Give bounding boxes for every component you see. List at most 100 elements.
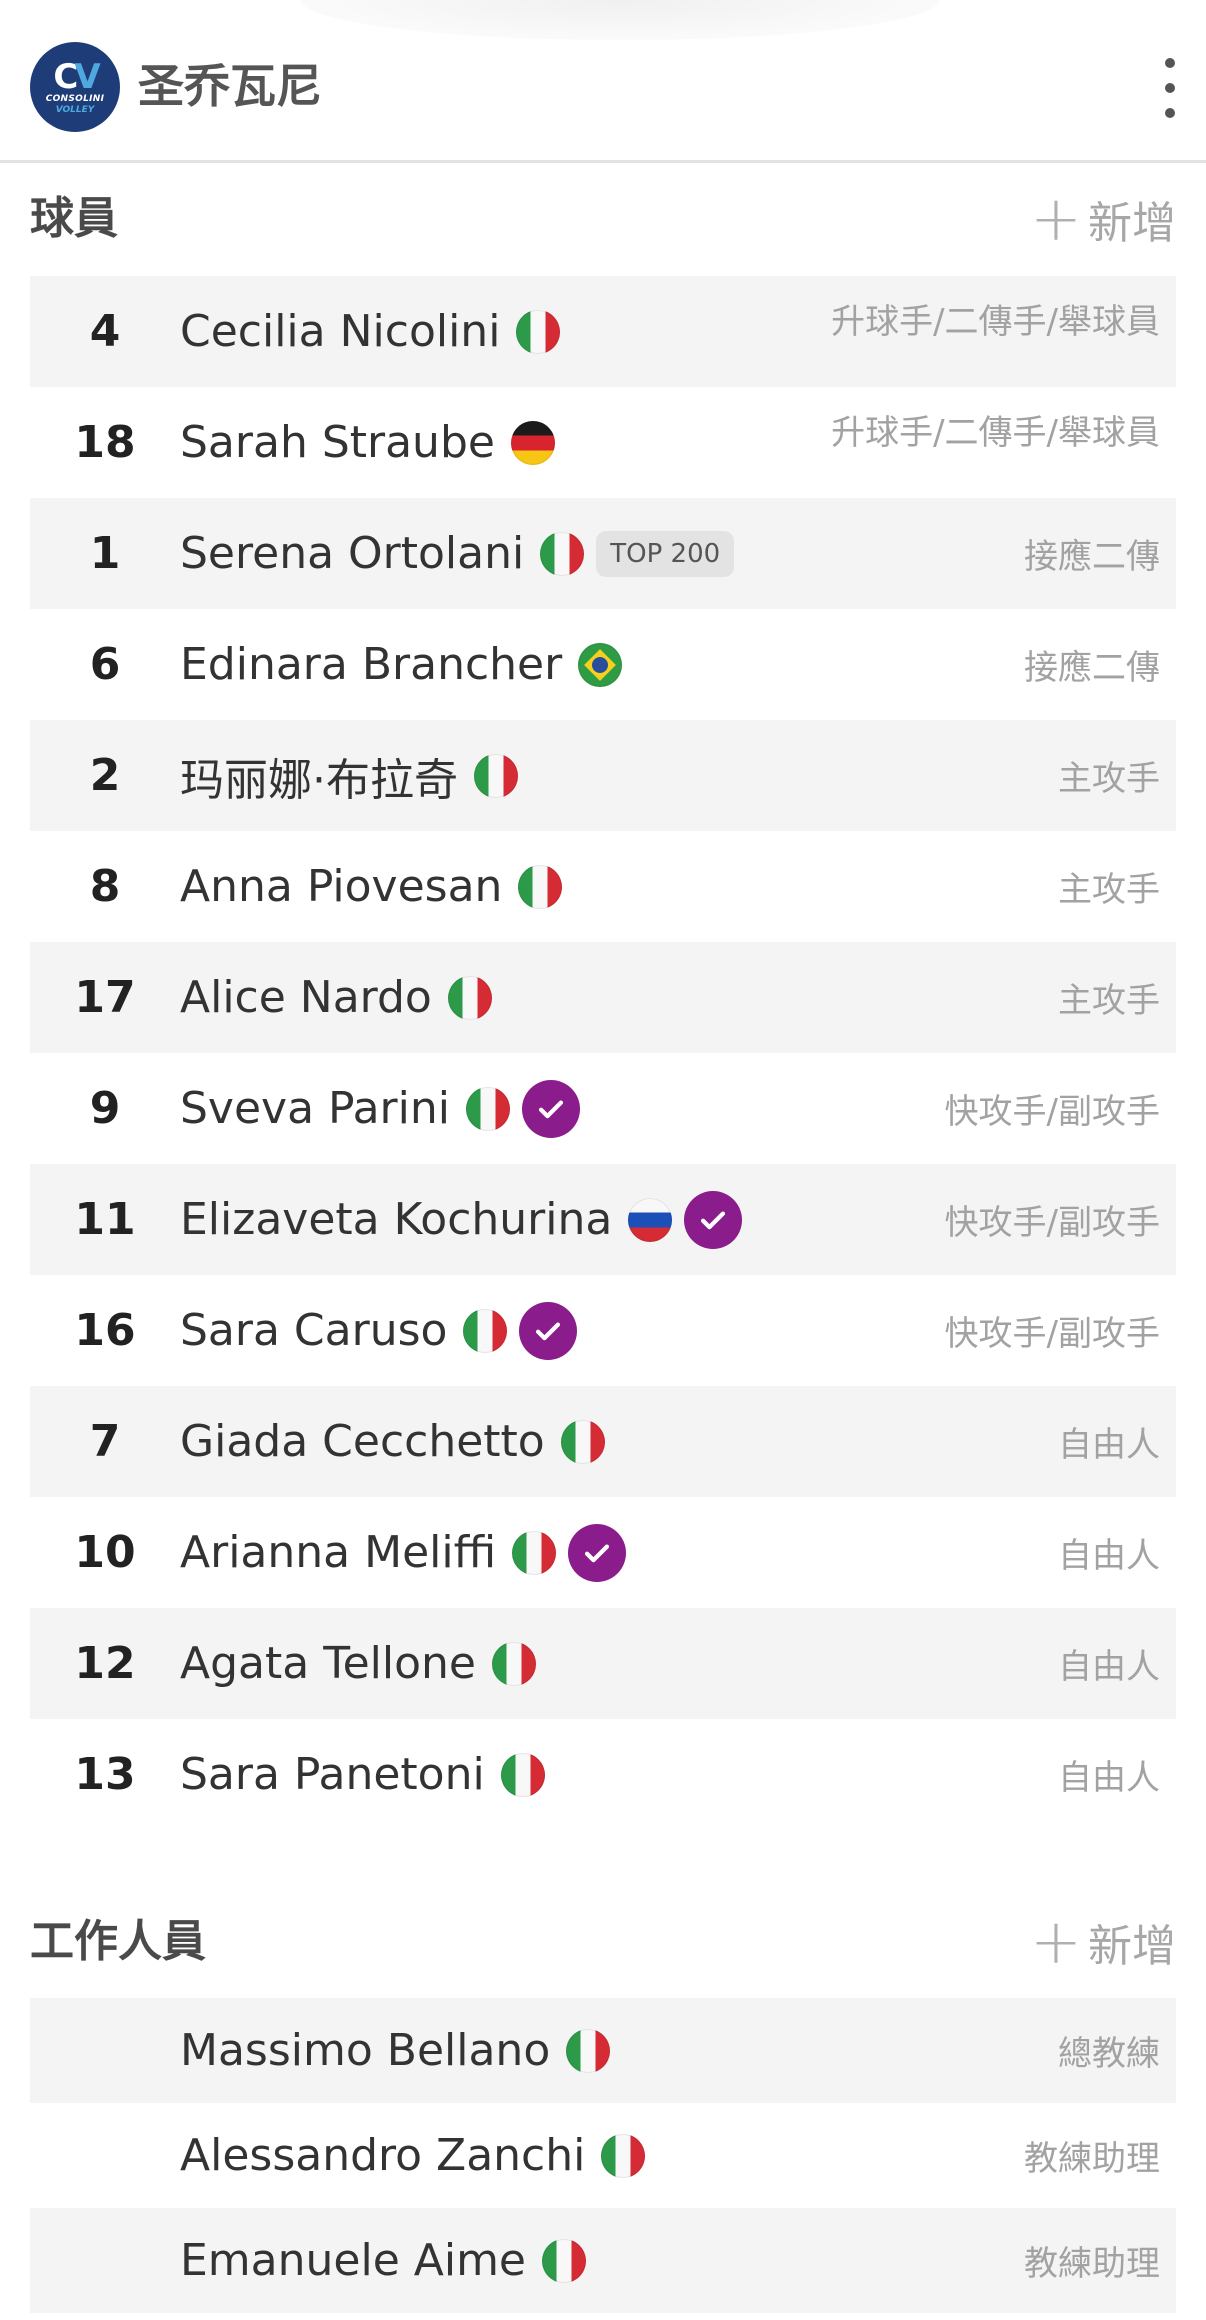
player-row[interactable]: 13 Sara Panetoni 自由人	[30, 1719, 1176, 1830]
player-number: 11	[74, 1194, 136, 1245]
player-row[interactable]: 4 Cecilia Nicolini 升球手/二傳手/舉球員	[30, 276, 1176, 387]
player-name[interactable]: Sara Caruso	[180, 1305, 447, 1356]
player-row[interactable]: 9 Sveva Parini 快攻手/副攻手	[30, 1053, 1176, 1164]
add-staff-label: 新增	[1088, 1921, 1176, 1972]
player-row[interactable]: 2 玛丽娜·布拉奇 主攻手	[30, 720, 1176, 831]
top-200-badge: TOP 200	[596, 530, 735, 577]
add-staff-button[interactable]: + 新增	[1030, 1905, 1176, 1978]
team-title: 圣乔瓦尼	[138, 59, 322, 113]
flag-it-icon	[518, 864, 563, 909]
player-position: 快攻手/副攻手	[944, 1203, 1160, 1243]
staff-list: Massimo Bellano 總教練 Alessandro Zanchi 教練助理 E…	[30, 1998, 1176, 2313]
player-number: 4	[89, 306, 121, 357]
more-vertical-icon[interactable]	[1150, 58, 1190, 118]
player-position: 自由人	[1058, 1647, 1160, 1687]
player-position: 自由人	[1058, 1536, 1160, 1576]
flag-it-icon	[560, 1419, 605, 1464]
players-section-header: 球員 + 新增	[30, 188, 1176, 250]
verified-check-icon	[684, 1190, 743, 1249]
player-number: 8	[89, 861, 121, 912]
player-number: 7	[89, 1416, 121, 1467]
flag-it-icon	[601, 2133, 646, 2178]
player-number: 16	[74, 1305, 136, 1356]
player-row[interactable]: 1 Serena Ortolani TOP 200 接應二傳	[30, 498, 1176, 609]
staff-row[interactable]: Alessandro Zanchi 教練助理	[30, 2103, 1176, 2208]
player-row[interactable]: 16 Sara Caruso 快攻手/副攻手	[30, 1275, 1176, 1386]
flag-it-icon	[463, 1308, 508, 1353]
verified-check-icon	[519, 1301, 578, 1360]
team-logo[interactable]: CV CONSOLINI VOLLEY	[30, 42, 120, 132]
flag-it-icon	[566, 2028, 611, 2073]
player-name[interactable]: Sara Panetoni	[180, 1749, 485, 1800]
player-position: 快攻手/副攻手	[944, 1314, 1160, 1354]
player-position: 接應二傳	[1024, 648, 1160, 688]
add-player-label: 新增	[1088, 198, 1176, 249]
player-name[interactable]: Giada Cecchetto	[180, 1416, 545, 1467]
player-number: 17	[74, 972, 136, 1023]
player-position: 主攻手	[1058, 759, 1160, 799]
verified-check-icon	[568, 1523, 627, 1582]
player-number: 2	[89, 750, 121, 801]
player-position: 自由人	[1058, 1758, 1160, 1798]
staff-row[interactable]: Emanuele Aime 教練助理	[30, 2208, 1176, 2313]
plus-icon: +	[1030, 1905, 1082, 1978]
staff-name[interactable]: Alessandro Zanchi	[180, 2130, 585, 2181]
flag-br-icon	[578, 642, 623, 687]
header-shadow	[300, 0, 940, 40]
flag-de-icon	[510, 420, 555, 465]
flag-it-icon	[500, 1752, 545, 1797]
staff-name[interactable]: Emanuele Aime	[180, 2235, 526, 2286]
player-number: 6	[89, 639, 121, 690]
player-row[interactable]: 17 Alice Nardo 主攻手	[30, 942, 1176, 1053]
flag-it-icon	[474, 753, 518, 798]
verified-check-icon	[521, 1079, 580, 1138]
flag-it-icon	[492, 1641, 536, 1686]
player-position: 主攻手	[1058, 870, 1160, 910]
staff-role: 教練助理	[1024, 2139, 1160, 2179]
player-row[interactable]: 8 Anna Piovesan 主攻手	[30, 831, 1176, 942]
player-name[interactable]: Serena Ortolani	[180, 528, 524, 579]
player-name[interactable]: Sarah Straube	[180, 417, 495, 468]
player-row[interactable]: 12 Agata Tellone 自由人	[30, 1608, 1176, 1719]
player-name[interactable]: Elizaveta Kochurina	[180, 1194, 612, 1245]
flag-it-icon	[447, 975, 492, 1020]
player-name[interactable]: Arianna Meliffi	[180, 1527, 496, 1578]
player-number: 12	[74, 1638, 136, 1689]
flag-ru-icon	[628, 1197, 673, 1242]
player-row[interactable]: 7 Giada Cecchetto 自由人	[30, 1386, 1176, 1497]
flag-it-icon	[465, 1086, 510, 1131]
staff-section-title: 工作人員	[30, 1916, 206, 1967]
player-position: 升球手/二傳手/舉球員	[831, 302, 1160, 342]
player-name[interactable]: Edinara Brancher	[180, 639, 562, 690]
player-name[interactable]: Cecilia Nicolini	[180, 306, 500, 357]
players-list: 4 Cecilia Nicolini 升球手/二傳手/舉球員 18 Sarah Stra…	[30, 276, 1176, 1830]
staff-name[interactable]: Massimo Bellano	[180, 2025, 550, 2076]
staff-role: 教練助理	[1024, 2244, 1160, 2284]
staff-role: 總教練	[1058, 2034, 1160, 2074]
player-name[interactable]: Alice Nardo	[180, 972, 432, 1023]
add-player-button[interactable]: + 新增	[1030, 188, 1176, 250]
flag-it-icon	[516, 309, 561, 354]
player-position: 接應二傳	[1024, 537, 1160, 577]
player-row[interactable]: 18 Sarah Straube 升球手/二傳手/舉球員	[30, 387, 1176, 498]
player-row[interactable]: 11 Elizaveta Kochurina 快攻手/副攻手	[30, 1164, 1176, 1275]
logo-mark: CV	[53, 56, 100, 97]
player-row[interactable]: 10 Arianna Meliffi 自由人	[30, 1497, 1176, 1608]
player-name[interactable]: Agata Tellone	[180, 1638, 476, 1689]
player-number: 10	[74, 1527, 136, 1578]
player-position: 升球手/二傳手/舉球員	[831, 413, 1160, 453]
player-name[interactable]: Sveva Parini	[180, 1083, 450, 1134]
staff-section-header: 工作人員 + 新增	[30, 1905, 1176, 1978]
player-position: 主攻手	[1058, 981, 1160, 1021]
player-row[interactable]: 6 Edinara Brancher 接應二傳	[30, 609, 1176, 720]
player-number: 9	[89, 1083, 121, 1134]
player-name[interactable]: 玛丽娜·布拉奇	[180, 744, 458, 808]
logo-text-volley: VOLLEY	[55, 104, 95, 115]
logo-text-consolini: CONSOLINI	[45, 93, 105, 104]
player-number: 18	[74, 417, 136, 468]
players-section-title: 球員	[30, 193, 118, 244]
app-header: CV CONSOLINI VOLLEY 圣乔瓦尼	[0, 0, 1206, 163]
staff-row[interactable]: Massimo Bellano 總教練	[30, 1998, 1176, 2103]
player-name[interactable]: Anna Piovesan	[180, 861, 502, 912]
flag-it-icon	[540, 531, 585, 576]
